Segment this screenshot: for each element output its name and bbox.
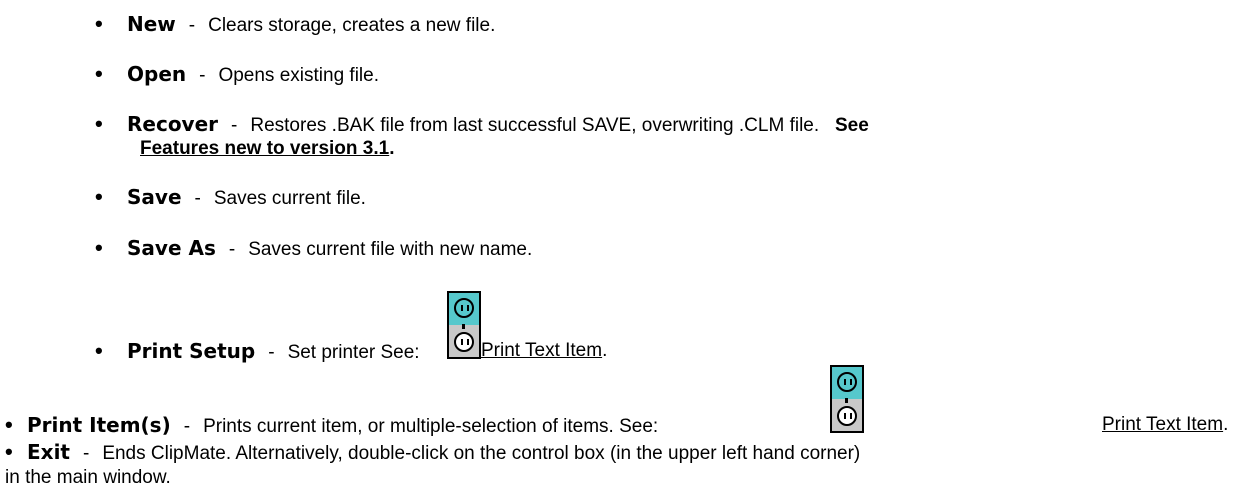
separator: - (228, 239, 236, 260)
separator: - (183, 416, 191, 437)
list-item-recover: • Recover - Restores .BAK file from last su… (95, 112, 869, 138)
description-new: Clears storage, creates a new file. (208, 15, 496, 36)
bullet: • (5, 412, 13, 437)
exit-continuation: in the main window. (5, 467, 171, 488)
bullet: • (95, 11, 103, 36)
print-items-link-row: Print Text Item. (1102, 413, 1228, 437)
bullet: • (95, 338, 103, 363)
print-setup-link-row: Print Text Item. (481, 339, 607, 363)
electrical-outlet-icon[interactable] (447, 291, 481, 359)
recover-continuation: Features new to version 3.1. (140, 137, 394, 161)
link-suffix: . (602, 340, 608, 361)
separator: - (268, 342, 275, 363)
term-exit: Exit (27, 440, 70, 464)
description-save-as: Saves current file with new name. (248, 239, 533, 260)
term-save-as: Save As (127, 236, 216, 260)
separator: - (231, 115, 238, 136)
description-print-setup: Set printer See: (287, 342, 420, 363)
list-item-print-setup: • Print Setup - Set printer See: (95, 339, 420, 365)
print-text-item-link[interactable]: Print Text Item (481, 340, 602, 361)
list-item-new: • New - Clears storage, creates a new file. (95, 12, 495, 38)
term-open: Open (127, 62, 187, 86)
term-recover: Recover (127, 112, 219, 136)
list-item-save: • Save - Saves current file. (95, 185, 366, 211)
see-label: See (834, 115, 869, 136)
bullet: • (95, 111, 103, 136)
separator: - (188, 15, 196, 36)
list-item-save-as: • Save As - Saves current file with new nam… (95, 236, 532, 262)
bullet: • (95, 61, 103, 86)
separator: - (199, 65, 206, 86)
bullet: • (95, 184, 103, 209)
separator: - (82, 443, 90, 464)
electrical-outlet-icon[interactable] (830, 365, 864, 433)
link-suffix: . (1223, 414, 1229, 435)
term-new: New (127, 12, 176, 36)
term-save: Save (127, 185, 182, 209)
features-link[interactable]: Features new to version 3.1 (140, 138, 389, 159)
list-item-exit: • Exit - Ends ClipMate. Alternatively, doub… (5, 440, 860, 466)
separator: - (194, 188, 201, 209)
list-item-open: • Open - Opens existing file. (95, 62, 379, 88)
term-print-items: Print Item(s) (27, 413, 171, 437)
description-save: Saves current file. (213, 188, 366, 209)
list-item-print-items: • Print Item(s) - Prints current item, or m… (5, 413, 658, 439)
description-print-items: Prints current item, or multiple-selecti… (203, 416, 659, 437)
term-print-setup: Print Setup (127, 339, 256, 363)
description-open: Opens existing file. (218, 65, 379, 86)
description-recover: Restores .BAK file from last successful … (250, 115, 820, 136)
bullet: • (95, 235, 103, 260)
bullet: • (5, 439, 13, 464)
link-suffix: . (389, 138, 395, 159)
print-text-item-link[interactable]: Print Text Item (1102, 414, 1223, 435)
description-exit: Ends ClipMate. Alternatively, double-cli… (102, 443, 861, 464)
